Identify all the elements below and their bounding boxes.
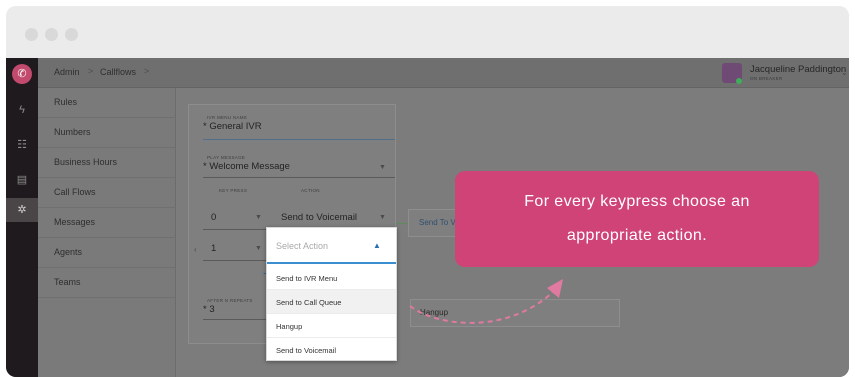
subnav-label: Messages [54, 217, 96, 227]
subnav-label: Call Flows [54, 187, 96, 197]
chevron-down-icon[interactable]: ▼ [379, 214, 386, 221]
user-status: ON BREAKER [750, 76, 783, 81]
minimize-window-button[interactable] [45, 28, 58, 41]
dropdown-option[interactable]: Send to Voicemail [267, 338, 396, 362]
subnav-item-call-flows[interactable]: Call Flows [38, 178, 176, 208]
subnav-label: Agents [54, 247, 83, 257]
chevron-left-icon[interactable]: ‹ [194, 245, 197, 254]
option-label: Hangup [276, 322, 303, 331]
callout-line-1: For every keypress choose an [524, 193, 750, 210]
chevron-down-icon[interactable]: ▼ [379, 164, 386, 171]
callout-line-2: appropriate action. [566, 227, 708, 244]
chevron-down-icon[interactable]: ⌄ [841, 68, 848, 77]
subnav-label: Business Hours [54, 157, 118, 167]
subnav-item-business-hours[interactable]: Business Hours [38, 148, 176, 178]
repeats-underline [203, 319, 271, 320]
node-label: Hangup [420, 308, 449, 317]
subnav-item-messages[interactable]: Messages [38, 208, 176, 238]
subnav-item-agents[interactable]: Agents [38, 238, 176, 268]
card-icon[interactable]: ▤ [6, 168, 38, 192]
menu-name-label: IVR MENU NAME [207, 115, 248, 120]
key-press-header: KEY PRESS [219, 188, 248, 193]
action-header: ACTION [301, 188, 320, 193]
repeats-label: AFTER N REPEATS [207, 298, 253, 303]
top-bar: Admin > Callflows > Jacqueline Paddingto… [38, 58, 849, 88]
settings-subnav: Rules Numbers Business Hours Call Flows … [38, 88, 176, 377]
key-press-select[interactable]: 0 [211, 212, 216, 223]
play-message-underline [203, 177, 395, 178]
subnav-item-numbers[interactable]: Numbers [38, 118, 176, 148]
subnav-label: Rules [54, 97, 78, 107]
node-label: Send To V [419, 218, 456, 227]
subnav-label: Teams [54, 277, 81, 287]
breadcrumb-callflows[interactable]: Callflows [100, 67, 136, 77]
chevron-up-icon[interactable]: ▲ [373, 241, 381, 250]
chevron-down-icon[interactable]: ▼ [255, 214, 262, 221]
bolt-icon[interactable]: ϟ [6, 98, 38, 122]
dropdown-placeholder: Select Action [276, 241, 329, 251]
connector-line [396, 223, 408, 224]
subnav-label: Numbers [54, 127, 91, 137]
dropdown-option[interactable]: Send to IVR Menu [267, 266, 396, 290]
menu-name-underline [203, 139, 395, 140]
phone-logo-icon[interactable]: ✆ [12, 64, 32, 84]
dropdown-option[interactable]: Hangup [267, 314, 396, 338]
gear-icon[interactable]: ✲ [6, 198, 38, 222]
chevron-down-icon[interactable]: ▼ [255, 245, 262, 252]
play-message-select[interactable]: * Welcome Message [203, 161, 290, 172]
status-dot [736, 78, 742, 84]
subnav-item-rules[interactable]: Rules [38, 88, 176, 118]
menu-name-input[interactable]: * General IVR [203, 121, 262, 132]
breadcrumb-admin[interactable]: Admin [54, 67, 80, 77]
dropdown-option[interactable]: Send to Call Queue [267, 290, 396, 314]
breadcrumb-separator: > [88, 66, 94, 76]
key-underline [203, 260, 271, 261]
maximize-window-button[interactable] [65, 28, 78, 41]
action-select[interactable]: Send to Voicemail [281, 212, 357, 223]
key-underline [203, 229, 271, 230]
dropdown-trigger[interactable]: Select Action ▲ [267, 228, 396, 264]
repeats-input[interactable]: * 3 [203, 304, 215, 315]
action-dropdown[interactable]: Select Action ▲ Send to IVR Menu Send to… [266, 227, 397, 361]
play-message-label: PLAY MESSAGE [207, 155, 246, 160]
key-press-select[interactable]: 1 [211, 243, 216, 254]
option-label: Send to Call Queue [276, 298, 342, 307]
user-name[interactable]: Jacqueline Paddington [750, 64, 846, 75]
subnav-item-teams[interactable]: Teams [38, 268, 176, 298]
option-label: Send to IVR Menu [276, 274, 338, 283]
close-window-button[interactable] [25, 28, 38, 41]
tutorial-callout: For every keypress choose an appropriate… [455, 171, 819, 267]
breadcrumb-separator: > [144, 66, 150, 76]
hangup-node[interactable]: Hangup [410, 299, 620, 327]
users-icon[interactable]: ☷ [6, 133, 38, 157]
option-label: Send to Voicemail [276, 346, 337, 355]
window-titlebar [6, 6, 849, 58]
icon-rail: ✆ ϟ ☷ ▤ ✲ [6, 58, 38, 377]
